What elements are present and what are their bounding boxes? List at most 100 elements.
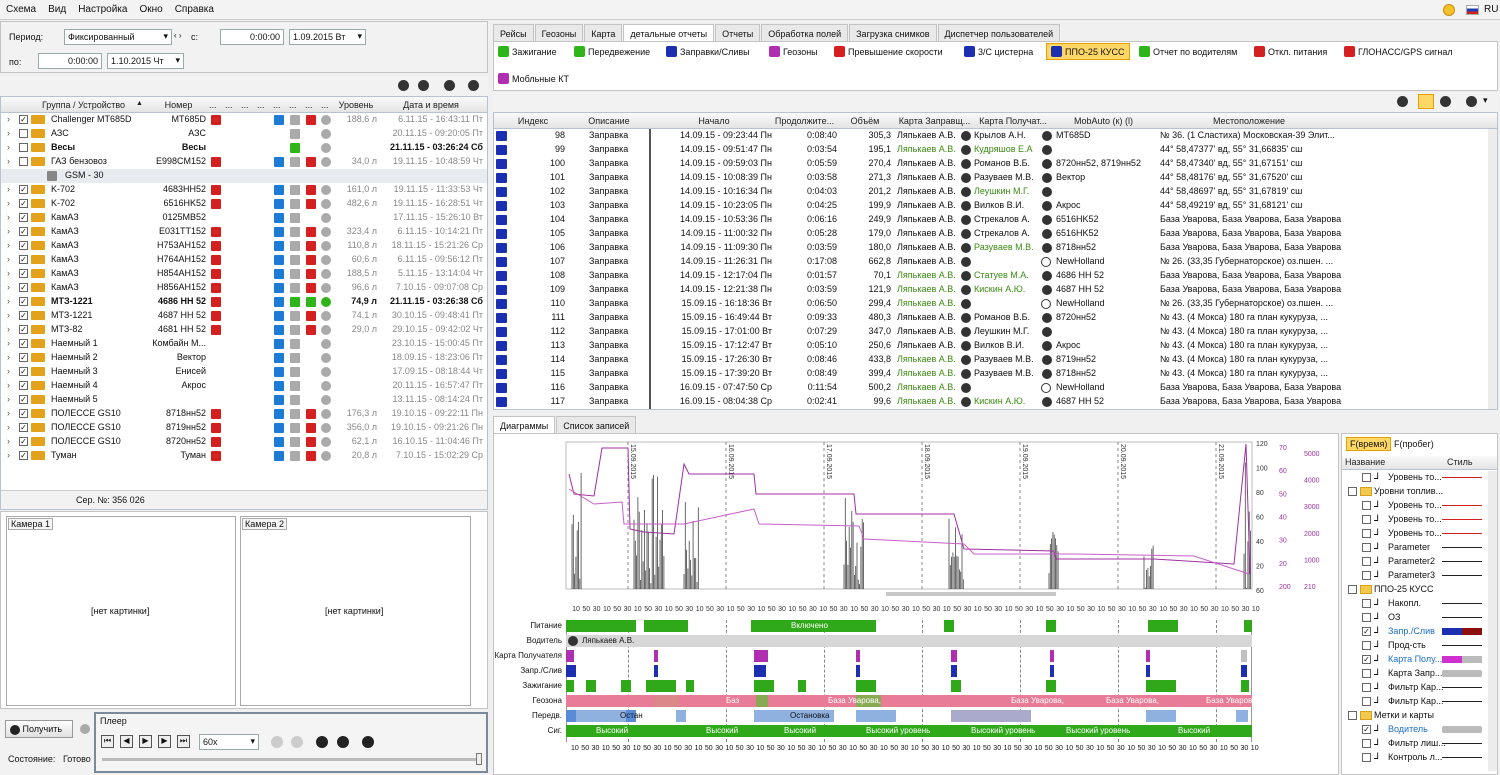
device-checkbox[interactable]: ✓ [19,451,28,460]
report-button-geozones[interactable]: Геозоны [769,46,818,57]
device-row[interactable]: › ✓ МТЗ-1221 4686 HH 52 74,9 л 21.11.15 - 03:… [1,295,487,309]
series-group[interactable]: Уровни топлив... [1342,485,1487,499]
to-date-input[interactable]: 1.10.2015 Чт ▾ [107,53,184,69]
device-checkbox[interactable]: ✓ [19,185,28,194]
minus-icon[interactable] [1466,96,1477,107]
device-row[interactable]: › ✓ ПОЛЕССЕ GS10 8718нн52 176,3 л 19.10.15 - … [1,407,487,421]
play-icon[interactable]: ▶ [139,735,152,748]
device-checkbox[interactable] [19,129,28,138]
device-checkbox[interactable]: ✓ [19,395,28,404]
column-header-dots[interactable]: ... [273,100,281,110]
report-button-refuel[interactable]: Заправки/Сливы [666,46,750,57]
movement-track[interactable]: Остан Остановка [566,710,1252,722]
column-header-dots[interactable]: ... [289,100,297,110]
device-row[interactable]: › ✓ Наемный 1 Комбайн М... 23.10.15 - 15:00:… [1,337,487,351]
device-row[interactable]: › ✓ ПОЛЕССЕ GS10 8719нн52 356,0 л 19.10.15 - … [1,421,487,435]
device-checkbox[interactable]: ✓ [19,325,28,334]
expand-arrow-icon[interactable]: › [7,450,10,460]
device-row[interactable]: › ✓ КамАЗ H854AH152 188,5 л 5.11.15 - 13:14:0… [1,267,487,281]
expand-arrow-icon[interactable]: › [7,114,10,124]
period-mode-select[interactable]: Фиксированный ▾ [64,29,172,45]
series-item[interactable]: ⅃ Уровень то... [1342,471,1487,485]
get-button[interactable]: Получить [5,720,73,738]
link-icon[interactable] [418,80,429,91]
report-row[interactable]: 115 Заправка 15.09.15 - 17:39:20 Вт 0:08:49… [494,367,1494,381]
expand-arrow-icon[interactable]: › [7,226,10,236]
column-header-start[interactable]: Начало [654,116,774,126]
device-row[interactable]: › ✓ ПОЛЕССЕ GS10 8720нн52 62,1 л 16.10.15 - 1… [1,435,487,449]
skip-end-icon[interactable]: ⏭ [177,735,190,748]
report-button-drivers[interactable]: Отчет по водителям [1139,46,1237,57]
expand-arrow-icon[interactable]: › [7,394,10,404]
expand-arrow-icon[interactable]: › [7,422,10,432]
column-header-dots[interactable]: ... [209,100,217,110]
series-item[interactable]: ⅃ Фильтр Кар... [1342,695,1487,709]
report-row[interactable]: 114 Заправка 15.09.15 - 17:26:30 Вт 0:08:46… [494,353,1494,367]
expand-arrow-icon[interactable]: › [7,184,10,194]
series-group[interactable]: ППО-25 КУСС [1342,583,1487,597]
series-item[interactable]: ✓ ⅃ Запр./Слив [1342,625,1487,639]
menu-item-help[interactable]: Справка [169,0,220,19]
report-row[interactable]: 105 Заправка 14.09.15 - 11:00:32 Пн 0:05:28… [494,227,1494,241]
device-checkbox[interactable] [19,157,28,166]
pin-icon[interactable] [1418,94,1434,109]
record-icon[interactable] [271,736,283,748]
expand-arrow-icon[interactable]: › [7,366,10,376]
menu-item-settings[interactable]: Настройка [72,0,133,19]
device-row[interactable]: GSM - 30 [1,169,487,183]
to-time-input[interactable]: 0:00:00 [38,53,102,69]
column-header-number[interactable]: Номер [151,100,206,110]
device-checkbox[interactable]: ✓ [19,339,28,348]
chevron-down-icon[interactable]: ▾ [1483,95,1488,106]
series-item[interactable]: ⅃ Уровень то... [1342,499,1487,513]
expand-arrow-icon[interactable]: › [7,324,10,334]
report-row[interactable]: 109 Заправка 14.09.15 - 12:21:38 Пн 0:03:59… [494,283,1494,297]
device-checkbox[interactable]: ✓ [19,213,28,222]
device-row[interactable]: › ✓ МТЗ-82 4681 HH 52 29,0 л 29.10.15 - 09:42… [1,323,487,337]
report-button-power-off[interactable]: Откл. питания [1254,46,1327,57]
device-checkbox[interactable]: ✓ [19,311,28,320]
device-row[interactable]: › ✓ КамАЗ E031TT152 323,4 л 6.11.15 - 10:14:2… [1,225,487,239]
expand-arrow-icon[interactable]: › [7,156,10,166]
expand-arrow-icon[interactable]: › [7,436,10,446]
menu-item-scheme[interactable]: Схема [0,0,42,19]
device-checkbox[interactable]: ✓ [19,255,28,264]
column-header-dots[interactable]: ... [257,100,265,110]
series-item[interactable]: ⅃ Parameter3 [1342,569,1487,583]
report-row[interactable]: 112 Заправка 15.09.15 - 17:01:00 Вт 0:07:29… [494,325,1494,339]
device-row[interactable]: › ✓ Challenger MT685D MT685D 188,6 л 6.11.15 … [1,113,487,127]
column-header-receiver-card[interactable]: Карта Получат... [974,116,1052,126]
device-checkbox[interactable]: ✓ [19,297,28,306]
expand-arrow-icon[interactable]: › [7,240,10,250]
player-slider[interactable] [102,758,482,761]
wrench-icon[interactable] [362,736,374,748]
speed-select[interactable]: 60x ▾ [199,734,259,750]
device-row[interactable]: › ГАЗ бензовоз E998CM152 34,0 л 19.11.15 - 1… [1,155,487,169]
column-header-dots[interactable]: ... [305,100,313,110]
report-row[interactable]: 103 Заправка 14.09.15 - 10:23:05 Пн 0:04:25… [494,199,1494,213]
column-header-dots[interactable]: ... [321,100,329,110]
device-row[interactable]: › Весы Весы 21.11.15 - 03:26:24 Сб [1,141,487,155]
device-checkbox[interactable]: ✓ [19,423,28,432]
expand-arrow-icon[interactable]: › [7,380,10,390]
column-header-volume[interactable]: Объём [839,116,891,126]
refresh-icon[interactable] [398,80,409,91]
report-row[interactable]: 117 Заправка 16.09.15 - 08:04:38 Ср 0:02:41… [494,395,1494,409]
series-item[interactable]: ⅃ Уровень то... [1342,513,1487,527]
series-item[interactable]: ⅃ ОЗ [1342,611,1487,625]
column-header-style[interactable]: Стиль [1447,457,1473,467]
device-checkbox[interactable]: ✓ [19,353,28,362]
report-row[interactable]: 101 Заправка 14.09.15 - 10:08:39 Пн 0:03:58… [494,171,1494,185]
fuel-chart[interactable]: 15.09.2015 16.09.2015 17.09.2015 18.09.2015… [494,434,1340,614]
receiver-card-track[interactable] [566,650,1252,662]
column-header-dots[interactable]: ... [225,100,233,110]
device-row[interactable]: › ✓ Наемный 2 Вектор 18.09.15 - 18:23:06 Пт [1,351,487,365]
report-button-ppo25[interactable]: ППО-25 КУСС [1046,43,1130,60]
device-checkbox[interactable]: ✓ [19,269,28,278]
column-header-group[interactable]: Группа / Устройство [21,100,146,110]
report-button-mobile-kt[interactable]: Мобльные КТ [498,73,569,84]
series-scrollbar[interactable] [1488,471,1497,771]
device-checkbox[interactable]: ✓ [19,367,28,376]
device-checkbox[interactable]: ✓ [19,241,28,250]
expand-arrow-icon[interactable]: › [7,352,10,362]
